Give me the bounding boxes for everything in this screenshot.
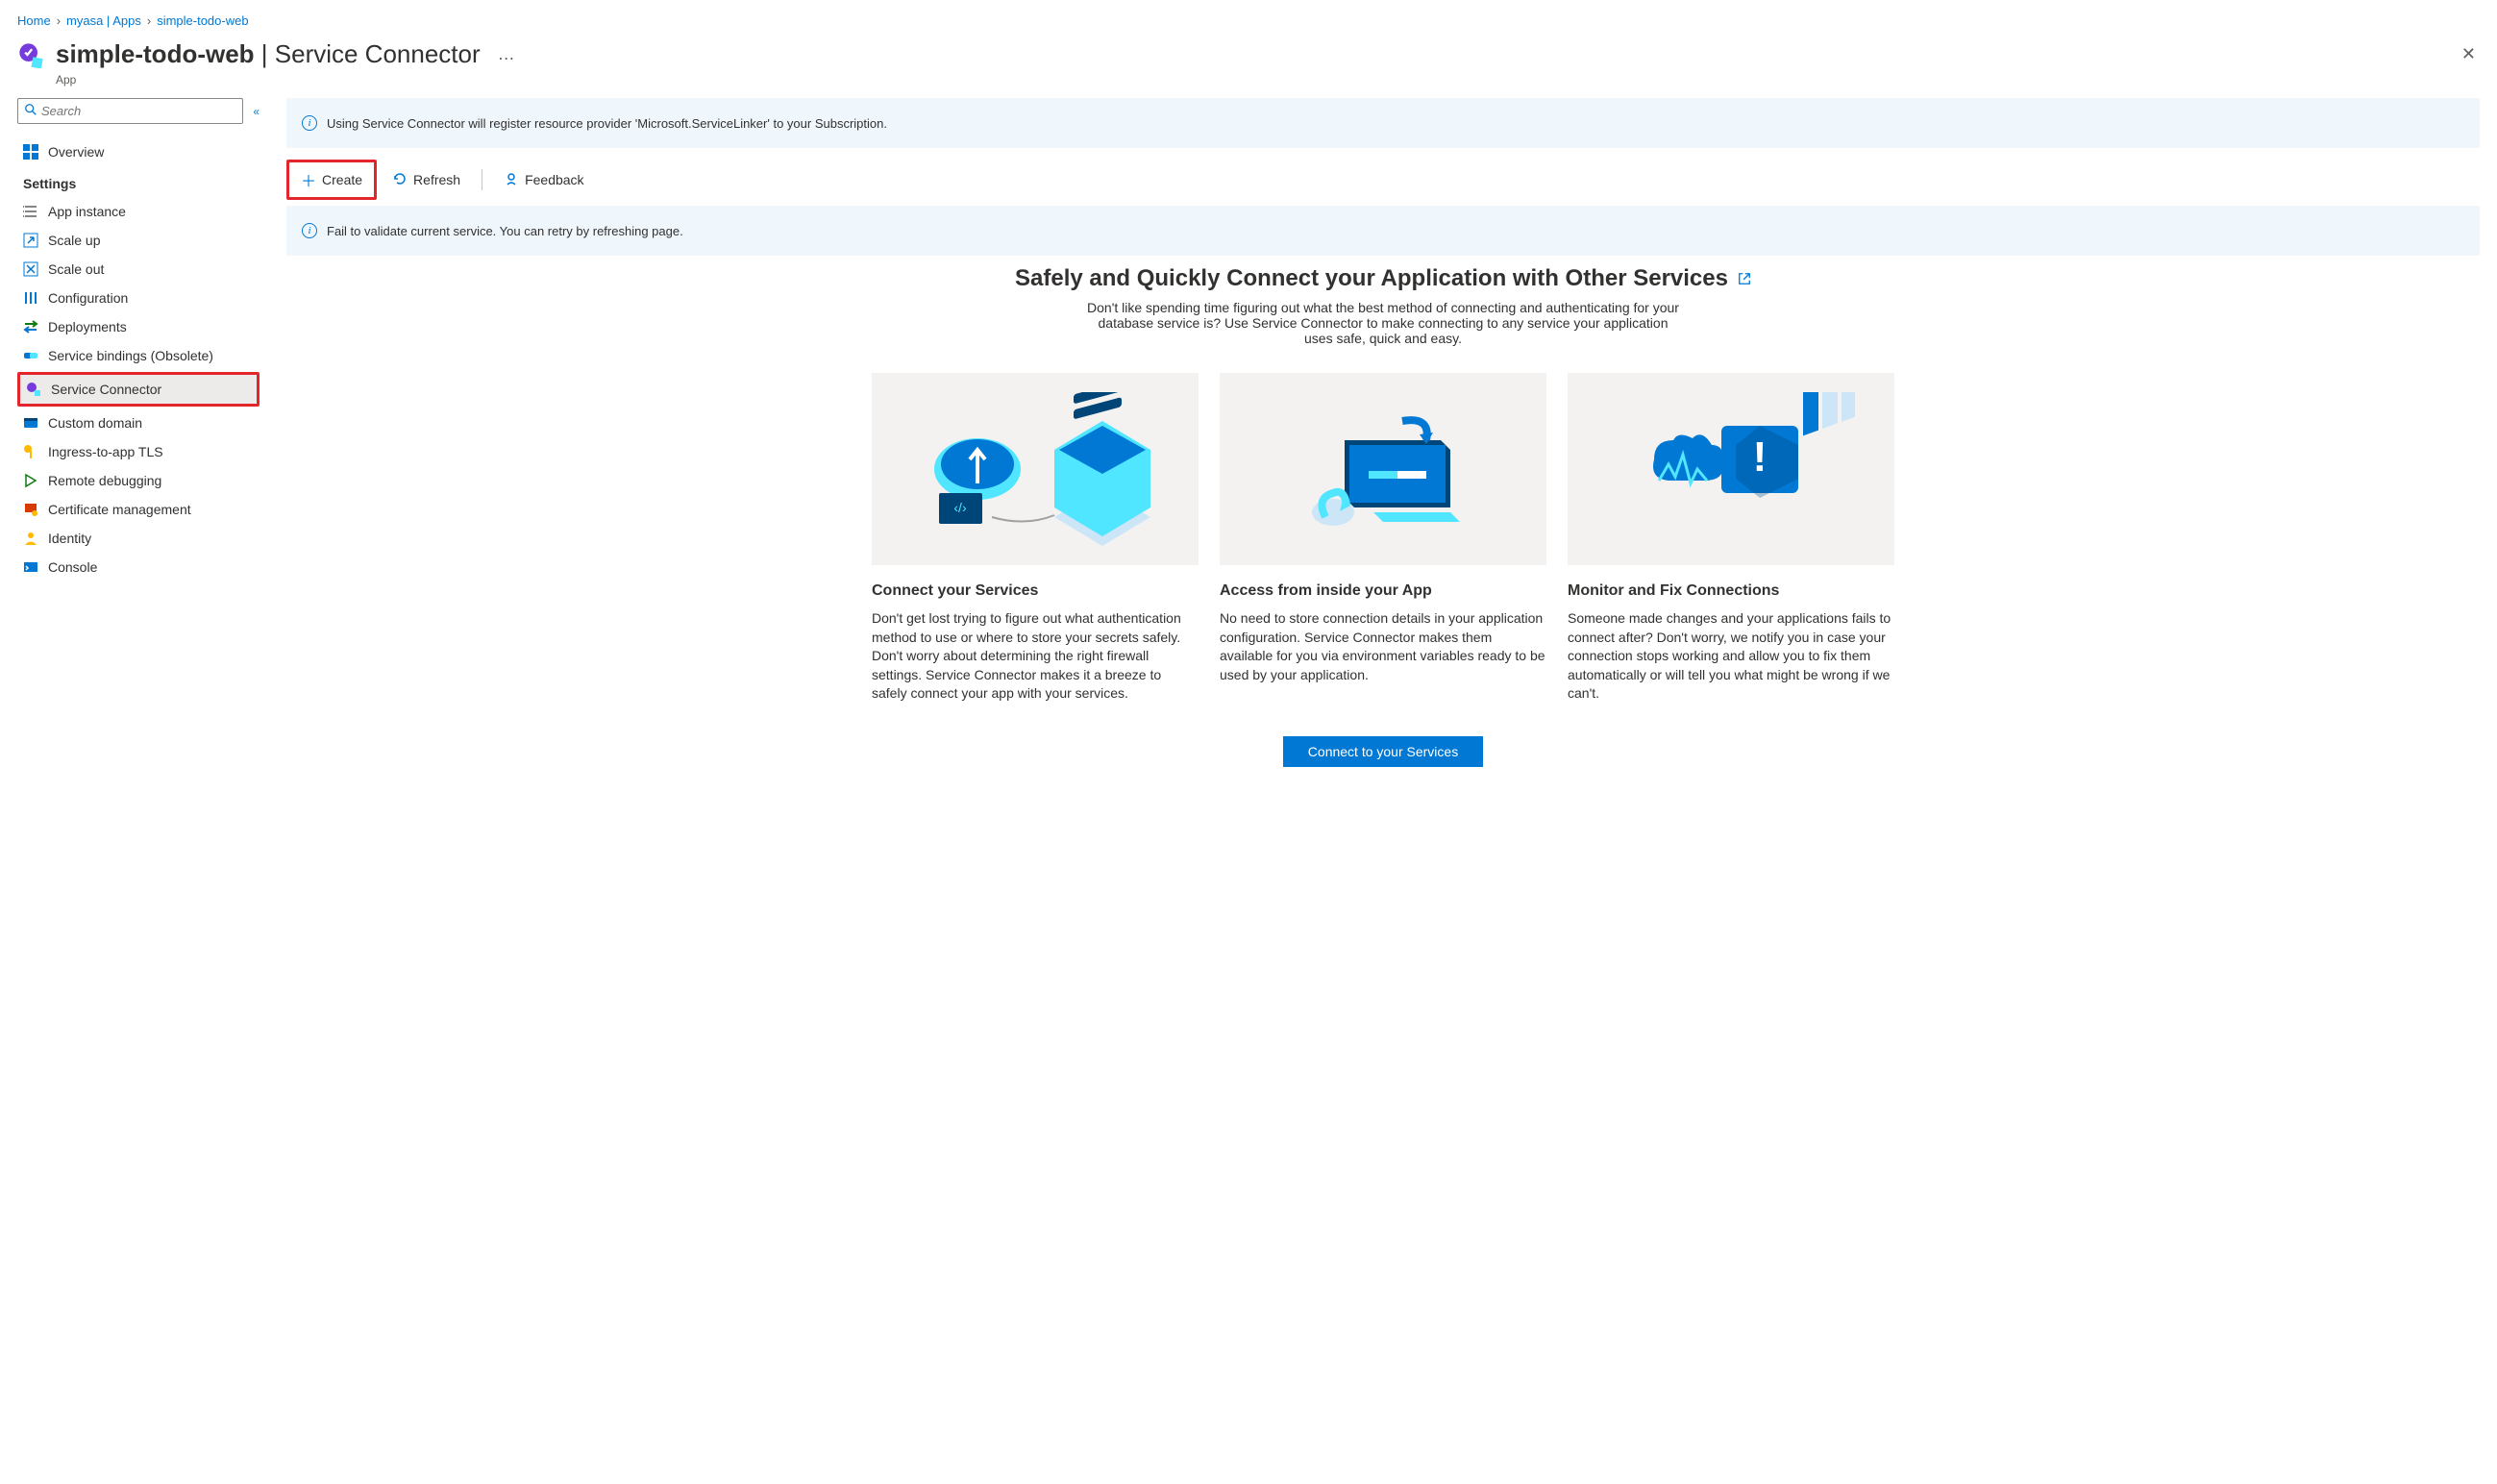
hero-subtitle: Don't like spending time figuring out wh… (1085, 300, 1681, 346)
info-icon: i (302, 115, 317, 131)
sidebar-item-app-instance[interactable]: App instance (17, 197, 260, 226)
sidebar-item-label: Service bindings (Obsolete) (48, 348, 213, 363)
connector-icon (26, 382, 41, 397)
identity-icon (23, 531, 38, 546)
sidebar-item-label: Custom domain (48, 415, 142, 431)
feedback-icon (504, 171, 519, 189)
search-icon (24, 103, 37, 119)
info-banner-register: i Using Service Connector will register … (286, 98, 2480, 148)
sidebar-item-label: Service Connector (51, 382, 161, 397)
card-title: Connect your Services (872, 582, 1199, 600)
connect-services-button[interactable]: Connect to your Services (1283, 736, 1483, 767)
card-title: Access from inside your App (1220, 582, 1546, 600)
sidebar-item-scale-out[interactable]: Scale out (17, 255, 260, 284)
sidebar-item-service-connector[interactable]: Service Connector (20, 375, 257, 404)
sidebar-item-ingress-tls[interactable]: Ingress-to-app TLS (17, 437, 260, 466)
certificate-icon (23, 502, 38, 517)
refresh-button[interactable]: Refresh (381, 165, 472, 195)
sidebar-item-identity[interactable]: Identity (17, 524, 260, 553)
main-content: i Using Service Connector will register … (269, 98, 2497, 767)
card-text: No need to store connection details in y… (1220, 609, 1546, 684)
hero-title-text: Safely and Quickly Connect your Applicat… (1015, 265, 1728, 292)
search-input[interactable] (41, 104, 236, 118)
list-icon (23, 204, 38, 219)
sidebar-item-scale-up[interactable]: Scale up (17, 226, 260, 255)
sidebar-item-label: Overview (48, 144, 104, 160)
deployments-icon (23, 319, 38, 334)
breadcrumb-link-2[interactable]: simple-todo-web (157, 13, 248, 28)
more-icon[interactable]: … (498, 44, 515, 64)
breadcrumb-sep: › (57, 13, 61, 28)
breadcrumb-sep: › (147, 13, 151, 28)
title-sep: | (255, 39, 275, 68)
sidebar-section-settings: Settings (17, 166, 260, 197)
play-icon (23, 473, 38, 488)
sidebar-item-label: Console (48, 559, 97, 575)
sidebar-item-deployments[interactable]: Deployments (17, 312, 260, 341)
scale-up-icon (23, 233, 38, 248)
scale-out-icon (23, 261, 38, 277)
sidebar-item-label: Identity (48, 531, 91, 546)
banner-text: Using Service Connector will register re… (327, 116, 887, 131)
info-banner-fail: i Fail to validate current service. You … (286, 206, 2480, 256)
card-title: Monitor and Fix Connections (1568, 582, 1894, 600)
toolbar: ＋ Create Refresh Feedback (286, 154, 2480, 206)
sidebar-item-configuration[interactable]: Configuration (17, 284, 260, 312)
sidebar-item-label: Deployments (48, 319, 127, 334)
info-icon: i (302, 223, 317, 238)
config-icon (23, 290, 38, 306)
hero-title: Safely and Quickly Connect your Applicat… (286, 265, 2480, 292)
domain-icon (23, 415, 38, 431)
sidebar-item-label: Ingress-to-app TLS (48, 444, 163, 459)
sidebar-item-label: Scale out (48, 261, 104, 277)
refresh-icon (392, 171, 408, 189)
feedback-button[interactable]: Feedback (492, 165, 595, 195)
sidebar-item-console[interactable]: Console (17, 553, 260, 581)
breadcrumb-home[interactable]: Home (17, 13, 51, 28)
close-icon[interactable]: ✕ (2458, 40, 2480, 68)
search-input-wrapper[interactable] (17, 98, 243, 124)
sidebar-item-label: App instance (48, 204, 126, 219)
sidebar-item-label: Scale up (48, 233, 100, 248)
sidebar-item-remote-debugging[interactable]: Remote debugging (17, 466, 260, 495)
card-text: Don't get lost trying to figure out what… (872, 609, 1199, 704)
bindings-icon (23, 348, 38, 363)
card-monitor: ! Monitor and Fix Connections Someone ma… (1568, 373, 1894, 704)
console-icon (23, 559, 38, 575)
button-label: Refresh (413, 172, 460, 187)
sidebar-item-certificate-management[interactable]: Certificate management (17, 495, 260, 524)
external-link-icon[interactable] (1738, 265, 1751, 292)
app-icon (17, 41, 44, 68)
key-icon (23, 444, 38, 459)
sidebar-item-label: Configuration (48, 290, 128, 306)
banner-text: Fail to validate current service. You ca… (327, 224, 683, 238)
collapse-sidebar-icon[interactable]: « (253, 105, 260, 118)
overview-icon (23, 144, 38, 160)
plus-icon: ＋ (301, 168, 316, 191)
card-illustration (1220, 373, 1546, 565)
sidebar-item-label: Remote debugging (48, 473, 161, 488)
button-label: Create (322, 172, 362, 187)
card-access: Access from inside your App No need to s… (1220, 373, 1546, 704)
page-title: simple-todo-web | Service Connector (56, 39, 481, 69)
card-text: Someone made changes and your applicatio… (1568, 609, 1894, 704)
breadcrumb-link-1[interactable]: myasa | Apps (66, 13, 141, 28)
sidebar-item-custom-domain[interactable]: Custom domain (17, 408, 260, 437)
card-illustration: ! (1568, 373, 1894, 565)
create-button[interactable]: ＋ Create (289, 162, 374, 197)
card-connect: ‹/› Connect your Services Don't get lost… (872, 373, 1199, 704)
feature-cards: ‹/› Connect your Services Don't get lost… (286, 373, 2480, 704)
sidebar-item-service-bindings[interactable]: Service bindings (Obsolete) (17, 341, 260, 370)
page-subtitle: App (0, 73, 2497, 98)
sidebar-item-label: Certificate management (48, 502, 191, 517)
sidebar-item-overview[interactable]: Overview (17, 137, 260, 166)
title-light: Service Connector (275, 39, 481, 68)
breadcrumb: Home › myasa | Apps › simple-todo-web (0, 0, 2497, 36)
svg-text:!: ! (1753, 433, 1768, 481)
sidebar: « Overview Settings App instance Scale u… (0, 98, 269, 767)
button-label: Feedback (525, 172, 583, 187)
svg-text:‹/›: ‹/› (953, 500, 967, 515)
title-main: simple-todo-web (56, 39, 255, 68)
card-illustration: ‹/› (872, 373, 1199, 565)
